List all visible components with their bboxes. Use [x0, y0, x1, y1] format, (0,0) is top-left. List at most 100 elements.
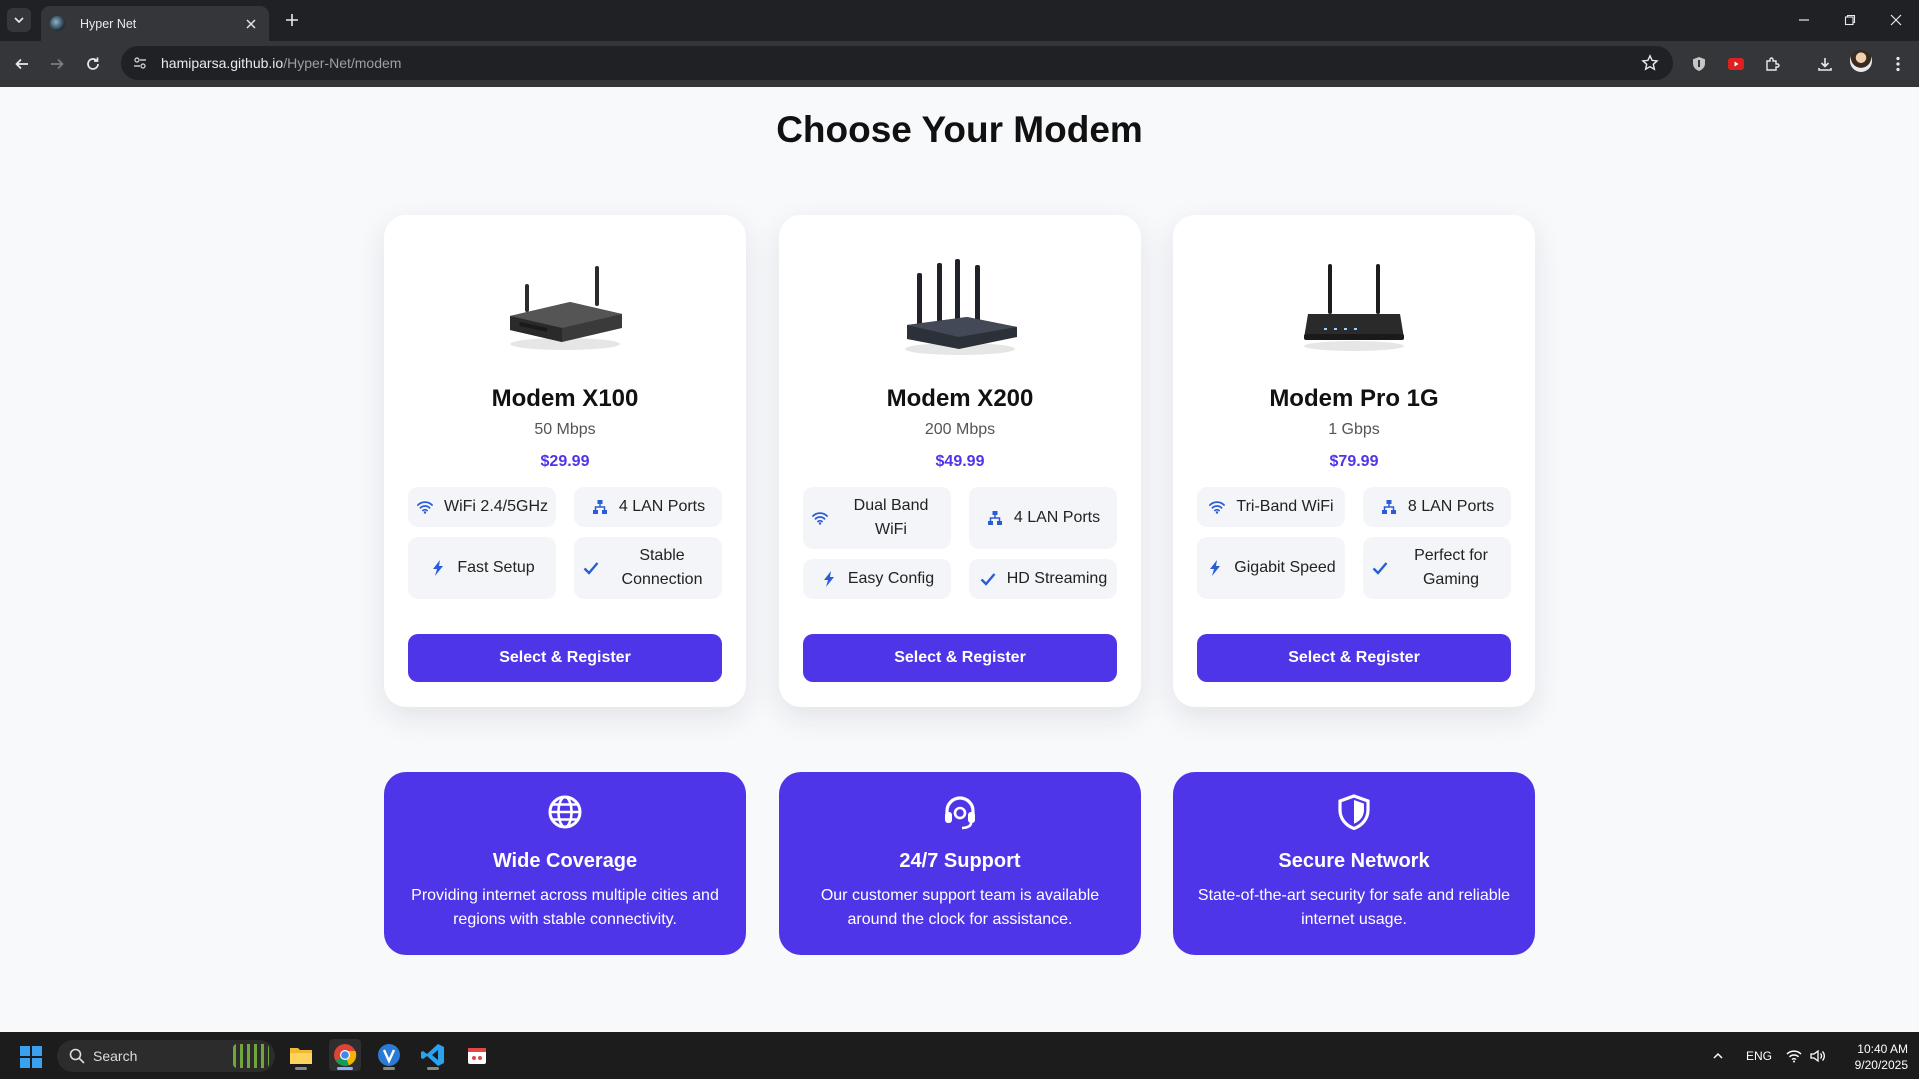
feature-list: Tri-Band WiFi 8 LAN Ports Gigabit Speed …: [1197, 487, 1511, 599]
network-icon: [1380, 498, 1398, 516]
modem-name: Modem X100: [491, 385, 639, 412]
vscode-app[interactable]: [417, 1039, 449, 1071]
modem-speed: 50 Mbps: [534, 421, 596, 438]
wifi-icon: [416, 498, 434, 516]
browser-menu-button[interactable]: [1887, 53, 1909, 75]
tab-search-button[interactable]: [7, 8, 31, 32]
modem-x100-image: [384, 243, 746, 373]
back-button[interactable]: [11, 53, 33, 75]
page-title: Choose Your Modem: [776, 109, 1143, 150]
running-indicator: [427, 1067, 439, 1070]
modem-name: Modem X200: [886, 385, 1034, 412]
headset-icon: [945, 796, 975, 830]
extension-shield-button[interactable]: [1688, 53, 1710, 75]
restore-icon: [1844, 14, 1856, 26]
minimize-button[interactable]: [1790, 8, 1818, 32]
bookmark-star-button[interactable]: [1641, 54, 1659, 72]
snipping-app[interactable]: [461, 1039, 493, 1071]
url-host: hamiparsa.github.io: [161, 55, 284, 71]
volume-status[interactable]: [1810, 1032, 1826, 1079]
info-title: Secure Network: [1278, 850, 1430, 872]
modem-price: $49.99: [935, 453, 985, 470]
browser-toolbar: hamiparsa.github.io/Hyper-Net/modem: [0, 41, 1919, 87]
feature-label: HD Streaming: [1006, 570, 1108, 587]
language-indicator[interactable]: ENG: [1746, 1032, 1772, 1079]
modem-speed: 1 Gbps: [1328, 421, 1380, 438]
chrome-app[interactable]: [329, 1039, 361, 1071]
feature-list: WiFi 2.4/5GHz 4 LAN Ports Fast Setup Sta…: [408, 487, 722, 599]
reload-icon: [87, 57, 99, 70]
feature-chip: 4 LAN Ports: [574, 487, 722, 527]
address-bar[interactable]: hamiparsa.github.io/Hyper-Net/modem: [121, 46, 1673, 80]
url-text: hamiparsa.github.io/Hyper-Net/modem: [161, 55, 401, 71]
taskbar-clock[interactable]: 10:40 AM 9/20/2025: [1836, 1041, 1908, 1073]
info-text: Providing internet across multiple citie…: [411, 887, 719, 928]
arrow-right-icon: [51, 58, 64, 70]
feature-label: 4 LAN Ports: [1013, 509, 1101, 526]
extensions-menu-button[interactable]: [1762, 53, 1784, 75]
running-indicator: [295, 1067, 307, 1070]
vscode-icon: [421, 1044, 444, 1066]
select-register-button[interactable]: Select & Register: [803, 634, 1117, 682]
url-path: /Hyper-Net/modem: [283, 55, 402, 71]
close-window-button[interactable]: [1882, 8, 1910, 32]
wifi-icon: [1786, 1049, 1802, 1062]
restore-button[interactable]: [1836, 8, 1864, 32]
search-icon: [69, 1048, 85, 1064]
select-register-button[interactable]: Select & Register: [1197, 634, 1511, 682]
feature-list: Dual Band WiFi 4 LAN Ports Easy Config H…: [803, 487, 1117, 599]
download-icon: [1818, 58, 1832, 71]
wifi-icon: [1208, 498, 1226, 516]
feature-chip: Perfect for Gaming: [1363, 537, 1511, 599]
reload-button[interactable]: [82, 53, 104, 75]
check-icon: [1371, 559, 1389, 577]
downloads-button[interactable]: [1814, 53, 1836, 75]
browser-tab[interactable]: Hyper Net: [41, 6, 269, 41]
feature-label: 4 LAN Ports: [618, 498, 706, 515]
shield-icon: [1338, 794, 1370, 830]
feature-chip: HD Streaming: [969, 559, 1117, 599]
file-explorer-app[interactable]: [285, 1039, 317, 1071]
chevron-up-icon: [1713, 1052, 1723, 1059]
running-indicator: [383, 1067, 395, 1070]
feature-chip: Tri-Band WiFi: [1197, 487, 1345, 527]
snipping-tool-icon: [468, 1048, 486, 1064]
taskbar-search[interactable]: Search: [57, 1040, 275, 1072]
clock-time: 10:40 AM: [1857, 1042, 1908, 1056]
site-favicon-icon: [50, 16, 65, 31]
network-icon: [591, 498, 609, 516]
feature-chip: Gigabit Speed: [1197, 537, 1345, 599]
check-icon: [979, 570, 997, 588]
feature-chip: Stable Connection: [574, 537, 722, 599]
feature-label: Dual Band WiFi: [853, 497, 929, 538]
feature-chip: 8 LAN Ports: [1363, 487, 1511, 527]
browser-tabstrip: Hyper Net: [0, 0, 1919, 41]
tune-icon: [134, 57, 146, 69]
clock-date: 9/20/2025: [1854, 1058, 1908, 1072]
new-tab-button[interactable]: [281, 9, 303, 31]
windows-logo-icon: [20, 1058, 30, 1068]
extension-youtube-button[interactable]: [1725, 53, 1747, 75]
feature-label: WiFi 2.4/5GHz: [444, 498, 549, 515]
site-info-button[interactable]: [131, 54, 149, 72]
modem-speed: 200 Mbps: [924, 421, 996, 438]
forward-button[interactable]: [46, 53, 68, 75]
tab-close-button[interactable]: [243, 16, 259, 32]
active-indicator: [337, 1067, 353, 1070]
network-status[interactable]: [1786, 1032, 1802, 1079]
close-icon: [1890, 14, 1902, 26]
feature-label: Tri-Band WiFi: [1236, 498, 1334, 515]
start-button[interactable]: [20, 1046, 42, 1068]
windows-logo-icon: [32, 1058, 42, 1068]
star-icon: [1641, 54, 1659, 71]
chevron-down-icon: [14, 17, 24, 24]
search-highlight-image: [233, 1044, 269, 1068]
modem-card-pro-1g: Modem Pro 1G 1 Gbps $79.99 Tri-Band WiFi…: [1173, 215, 1535, 707]
select-register-button[interactable]: Select & Register: [408, 634, 722, 682]
modem-x200-image: [779, 243, 1141, 373]
vector-app[interactable]: [373, 1039, 405, 1071]
tray-overflow-button[interactable]: [1712, 1032, 1724, 1079]
page-content: Choose Your Modem Modem X100 50 Mbps $29…: [0, 87, 1919, 1032]
profile-avatar[interactable]: [1850, 50, 1872, 72]
bolt-icon: [429, 559, 447, 577]
